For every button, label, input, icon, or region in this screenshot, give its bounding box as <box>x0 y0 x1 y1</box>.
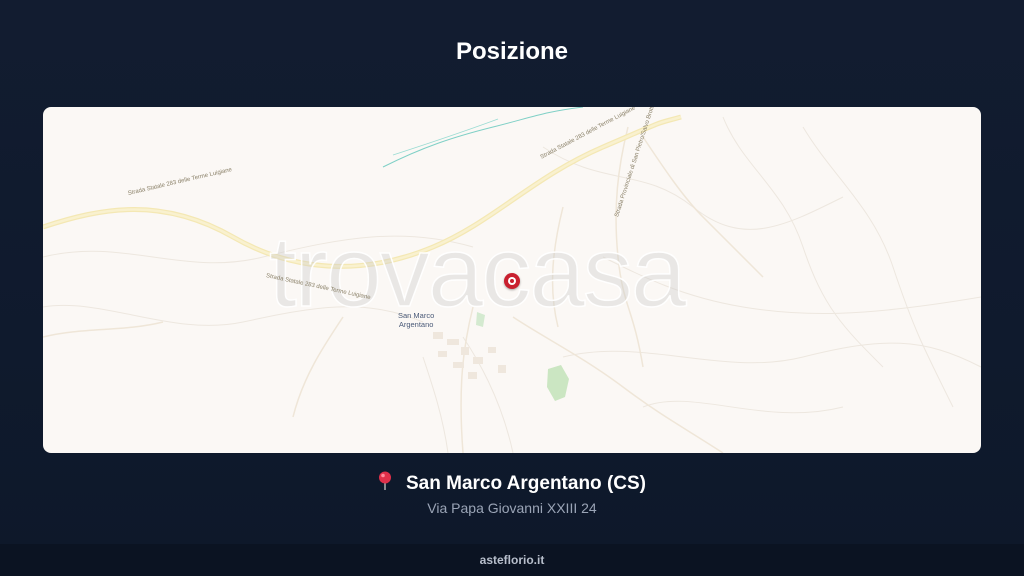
pushpin-icon <box>378 471 392 491</box>
town-label-line1: San Marco <box>398 311 435 320</box>
map-view[interactable]: trovacasa Strada Statale 283 delle Terme… <box>43 107 981 453</box>
footer: asteflorio.it <box>0 544 1024 576</box>
footer-site-link[interactable]: asteflorio.it <box>480 553 545 567</box>
map-marker-icon[interactable] <box>504 273 520 289</box>
page-title: Posizione <box>455 38 569 65</box>
map-marker-center <box>510 279 514 283</box>
town-label: San Marco Argentano <box>398 311 434 329</box>
location-heading: San Marco Argentano (CS) <box>0 471 1024 495</box>
town-label-line2: Argentano <box>398 320 434 329</box>
city-name: San Marco Argentano (CS) <box>406 473 646 494</box>
street-address: Via Papa Giovanni XXIII 24 <box>427 500 597 516</box>
